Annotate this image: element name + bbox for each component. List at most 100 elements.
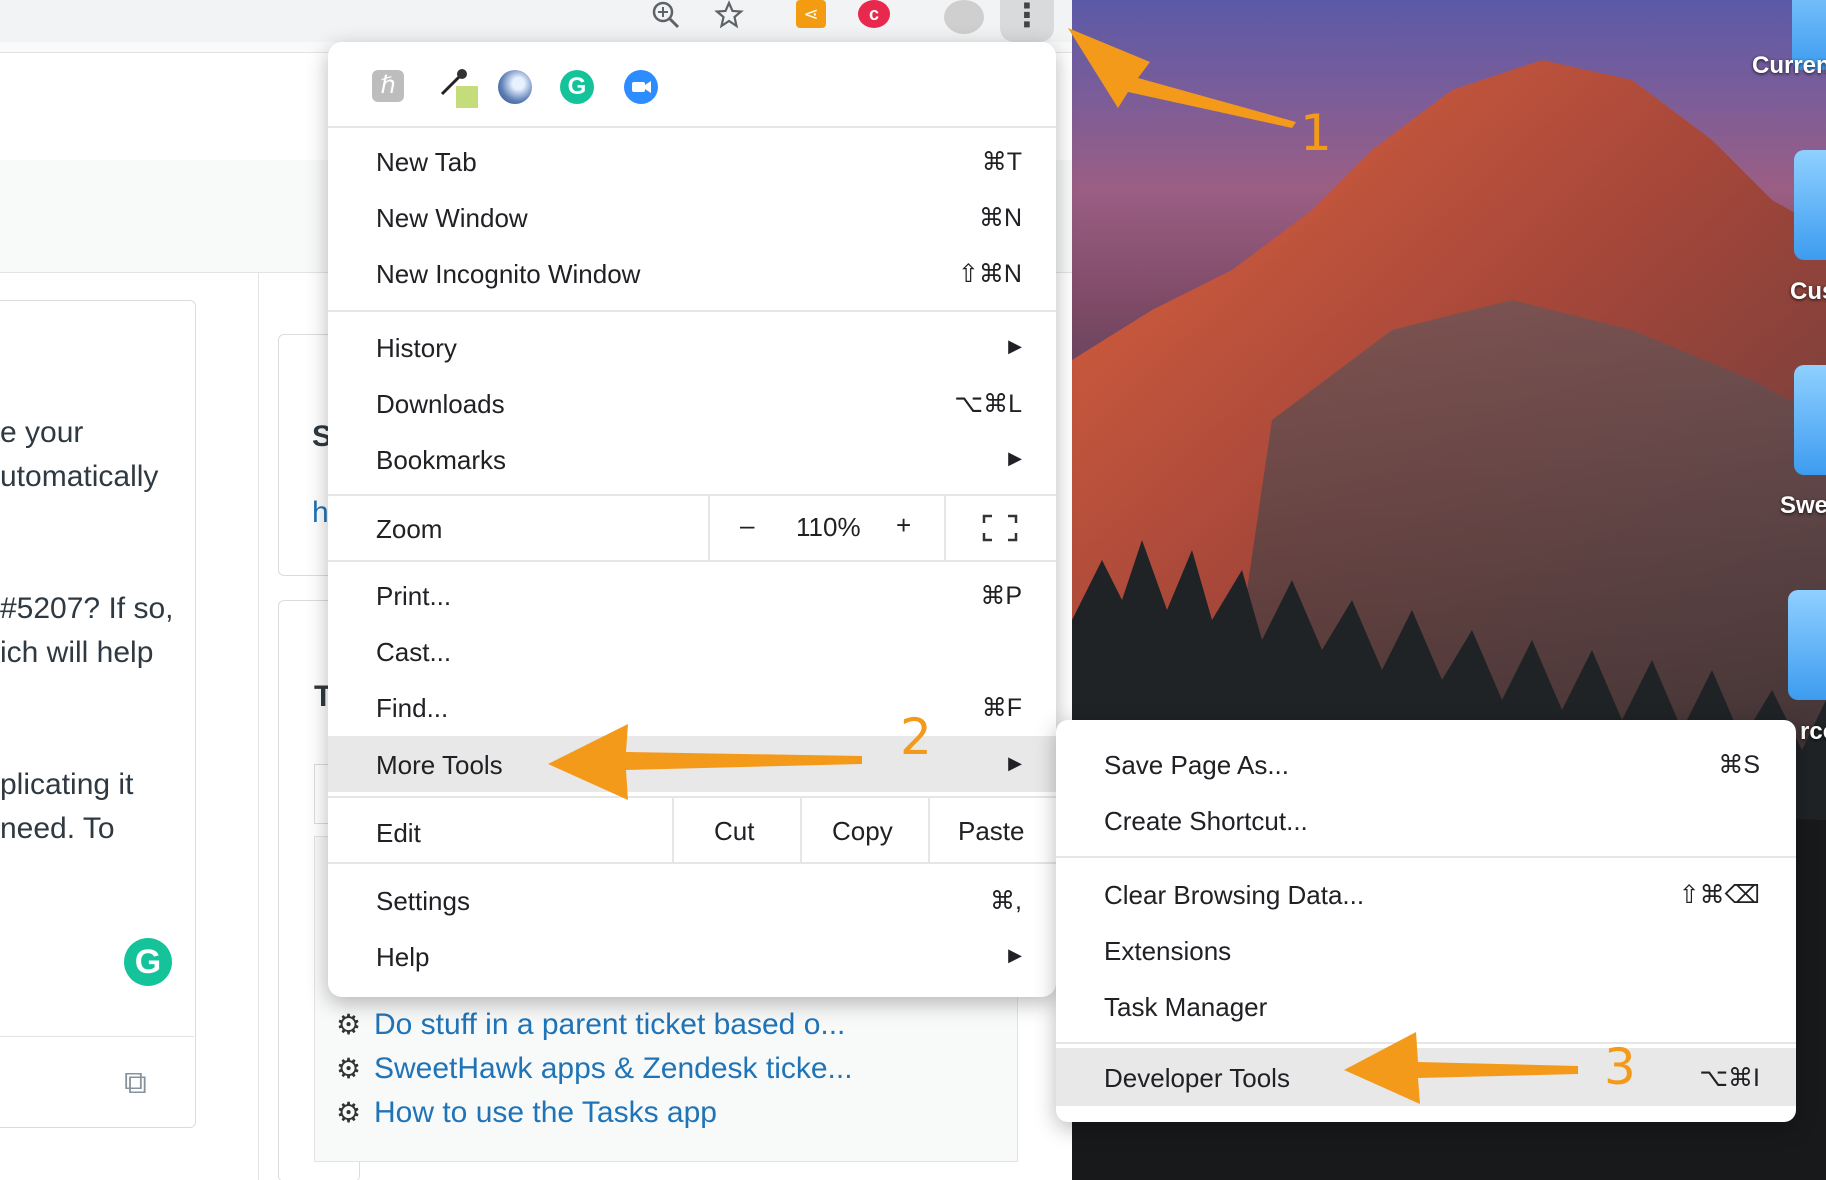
share-extension-icon[interactable]: ⋖	[796, 0, 826, 28]
menu-item-shortcut: ⌥⌘I	[1699, 1064, 1760, 1092]
sphere-icon[interactable]	[498, 70, 532, 104]
menu-item-help[interactable]: Help ▶	[328, 928, 1056, 982]
zoom-divider	[944, 496, 946, 560]
menu-item-label: History	[376, 333, 457, 363]
menu-item-label: Create Shortcut...	[1104, 806, 1308, 836]
zoom-level: 110%	[796, 512, 861, 542]
submenu-arrow-icon: ▶	[1008, 448, 1022, 468]
chrome-main-menu: ℏ G New Tab ⌘T New Window ⌘N New Incogni…	[328, 42, 1056, 997]
menu-item-shortcut: ⌥⌘L	[954, 390, 1022, 418]
menu-item-bookmarks[interactable]: Bookmarks ▶	[328, 432, 1056, 486]
menu-item-downloads[interactable]: Downloads ⌥⌘L	[328, 376, 1056, 430]
menu-item-label: Find...	[376, 693, 449, 723]
submenu-item-create-shortcut[interactable]: Create Shortcut...	[1056, 792, 1796, 846]
menu-item-shortcut: ⇧⌘⌫	[1678, 881, 1760, 909]
page-text: need. To	[0, 812, 115, 845]
paste-button[interactable]: Paste	[958, 816, 1025, 847]
menu-item-print[interactable]: Print... ⌘P	[328, 568, 1056, 622]
menu-separator	[1056, 1042, 1796, 1044]
menu-separator	[328, 862, 1056, 864]
zoom-video-icon[interactable]	[624, 70, 658, 104]
menu-item-edit: Edit Cut Copy Paste	[328, 798, 1056, 862]
column-divider	[258, 272, 259, 1180]
menu-item-history[interactable]: History ▶	[328, 320, 1056, 374]
more-tools-submenu: Save Page As... ⌘S Create Shortcut... Cl…	[1056, 720, 1796, 1122]
zoom-icon[interactable]	[650, 0, 682, 32]
submenu-item-extensions[interactable]: Extensions	[1056, 922, 1796, 976]
menu-item-shortcut: ⌘S	[1718, 751, 1760, 779]
submenu-arrow-icon: ▶	[1008, 753, 1022, 773]
page-text: #5207? If so,	[0, 592, 174, 625]
step-number-1: 1	[1300, 104, 1332, 162]
menu-item-label: New Window	[376, 203, 528, 233]
menu-separator	[328, 310, 1056, 312]
menu-item-new-incognito-window[interactable]: New Incognito Window ⇧⌘N	[328, 246, 1056, 300]
gear-icon: ⚙	[336, 1053, 362, 1084]
menu-item-find[interactable]: Find... ⌘F	[328, 680, 1056, 734]
h-icon[interactable]: ℏ	[372, 70, 404, 102]
menu-item-new-tab[interactable]: New Tab ⌘T	[328, 134, 1056, 188]
desktop-folder-icon[interactable]	[1794, 365, 1826, 475]
menu-item-label: Cast...	[376, 637, 452, 667]
menu-item-zoom: Zoom – 110% +	[328, 496, 1056, 560]
menu-item-label: Downloads	[376, 389, 505, 419]
step-number-3: 3	[1604, 1038, 1636, 1096]
submenu-item-task-manager[interactable]: Task Manager	[1056, 978, 1796, 1032]
article-link[interactable]: Do stuff in a parent ticket based o...	[374, 1008, 845, 1042]
chrome-menu-button[interactable]: ⋮	[1000, 0, 1054, 42]
article-link[interactable]: SweetHawk apps & Zendesk ticke...	[374, 1052, 853, 1086]
gear-icon: ⚙	[336, 1009, 362, 1040]
grammarly-icon[interactable]: G	[124, 938, 172, 986]
zoom-in-button[interactable]: +	[896, 510, 911, 541]
fullscreen-icon[interactable]	[982, 514, 1018, 542]
menu-item-label: New Incognito Window	[376, 259, 641, 289]
desktop-label: Swe	[1780, 492, 1826, 519]
profile-avatar-icon[interactable]	[944, 0, 984, 34]
submenu-item-save-page-as[interactable]: Save Page As... ⌘S	[1056, 736, 1796, 790]
menu-item-label: Developer Tools	[1104, 1063, 1290, 1093]
submenu-item-clear-browsing-data[interactable]: Clear Browsing Data... ⇧⌘⌫	[1056, 866, 1796, 920]
menu-item-label: More Tools	[376, 750, 503, 780]
menu-item-settings[interactable]: Settings ⌘,	[328, 872, 1056, 926]
menu-item-label: Save Page As...	[1104, 750, 1290, 780]
clockify-extension-icon[interactable]: c	[858, 0, 890, 28]
puzzle-icon[interactable]: ⧉	[124, 1064, 147, 1102]
side-fragment: h	[312, 496, 329, 529]
desktop-folder-icon[interactable]	[1788, 590, 1826, 700]
menu-item-shortcut: ⇧⌘N	[957, 260, 1022, 288]
menu-item-shortcut: ⌘T	[981, 148, 1022, 176]
step-number-2: 2	[900, 708, 932, 766]
page-text: utomatically	[0, 460, 159, 493]
menu-item-shortcut: ⌘,	[990, 887, 1022, 915]
zoom-divider	[708, 496, 710, 560]
zoom-out-button[interactable]: –	[740, 510, 754, 541]
menu-item-label: Extensions	[1104, 936, 1232, 966]
grammarly-icon[interactable]: G	[560, 70, 594, 104]
menu-item-shortcut: ⌘N	[978, 204, 1022, 232]
copy-button[interactable]: Copy	[832, 816, 893, 847]
cut-button[interactable]: Cut	[714, 816, 754, 847]
desktop-label: Cus	[1790, 278, 1826, 305]
menu-item-label: Clear Browsing Data...	[1104, 880, 1365, 910]
menu-item-more-tools[interactable]: More Tools ▶	[328, 736, 1056, 792]
menu-item-label: Print...	[376, 581, 452, 611]
page-text: ich will help	[0, 636, 154, 669]
browser-toolbar: ⋖ c ⋮	[0, 0, 1072, 42]
desktop-folder-icon[interactable]	[1794, 150, 1826, 260]
menu-item-shortcut: ⌘F	[981, 694, 1022, 722]
submenu-arrow-icon: ▶	[1008, 945, 1022, 965]
menu-item-cast[interactable]: Cast...	[328, 624, 1056, 678]
submenu-item-developer-tools[interactable]: Developer Tools ⌥⌘I	[1056, 1048, 1796, 1106]
submenu-arrow-icon: ▶	[1008, 336, 1022, 356]
eyedropper-icon[interactable]	[436, 66, 480, 110]
menu-separator	[328, 560, 1056, 562]
menu-separator	[1056, 856, 1796, 858]
gear-icon: ⚙	[336, 1097, 362, 1128]
menu-item-new-window[interactable]: New Window ⌘N	[328, 190, 1056, 244]
menu-separator	[328, 126, 1056, 128]
bookmark-star-icon[interactable]	[712, 0, 746, 32]
menu-item-label: Task Manager	[1104, 992, 1268, 1022]
menu-item-label: Settings	[376, 886, 470, 916]
article-link[interactable]: How to use the Tasks app	[374, 1096, 717, 1130]
edit-divider	[928, 798, 930, 862]
